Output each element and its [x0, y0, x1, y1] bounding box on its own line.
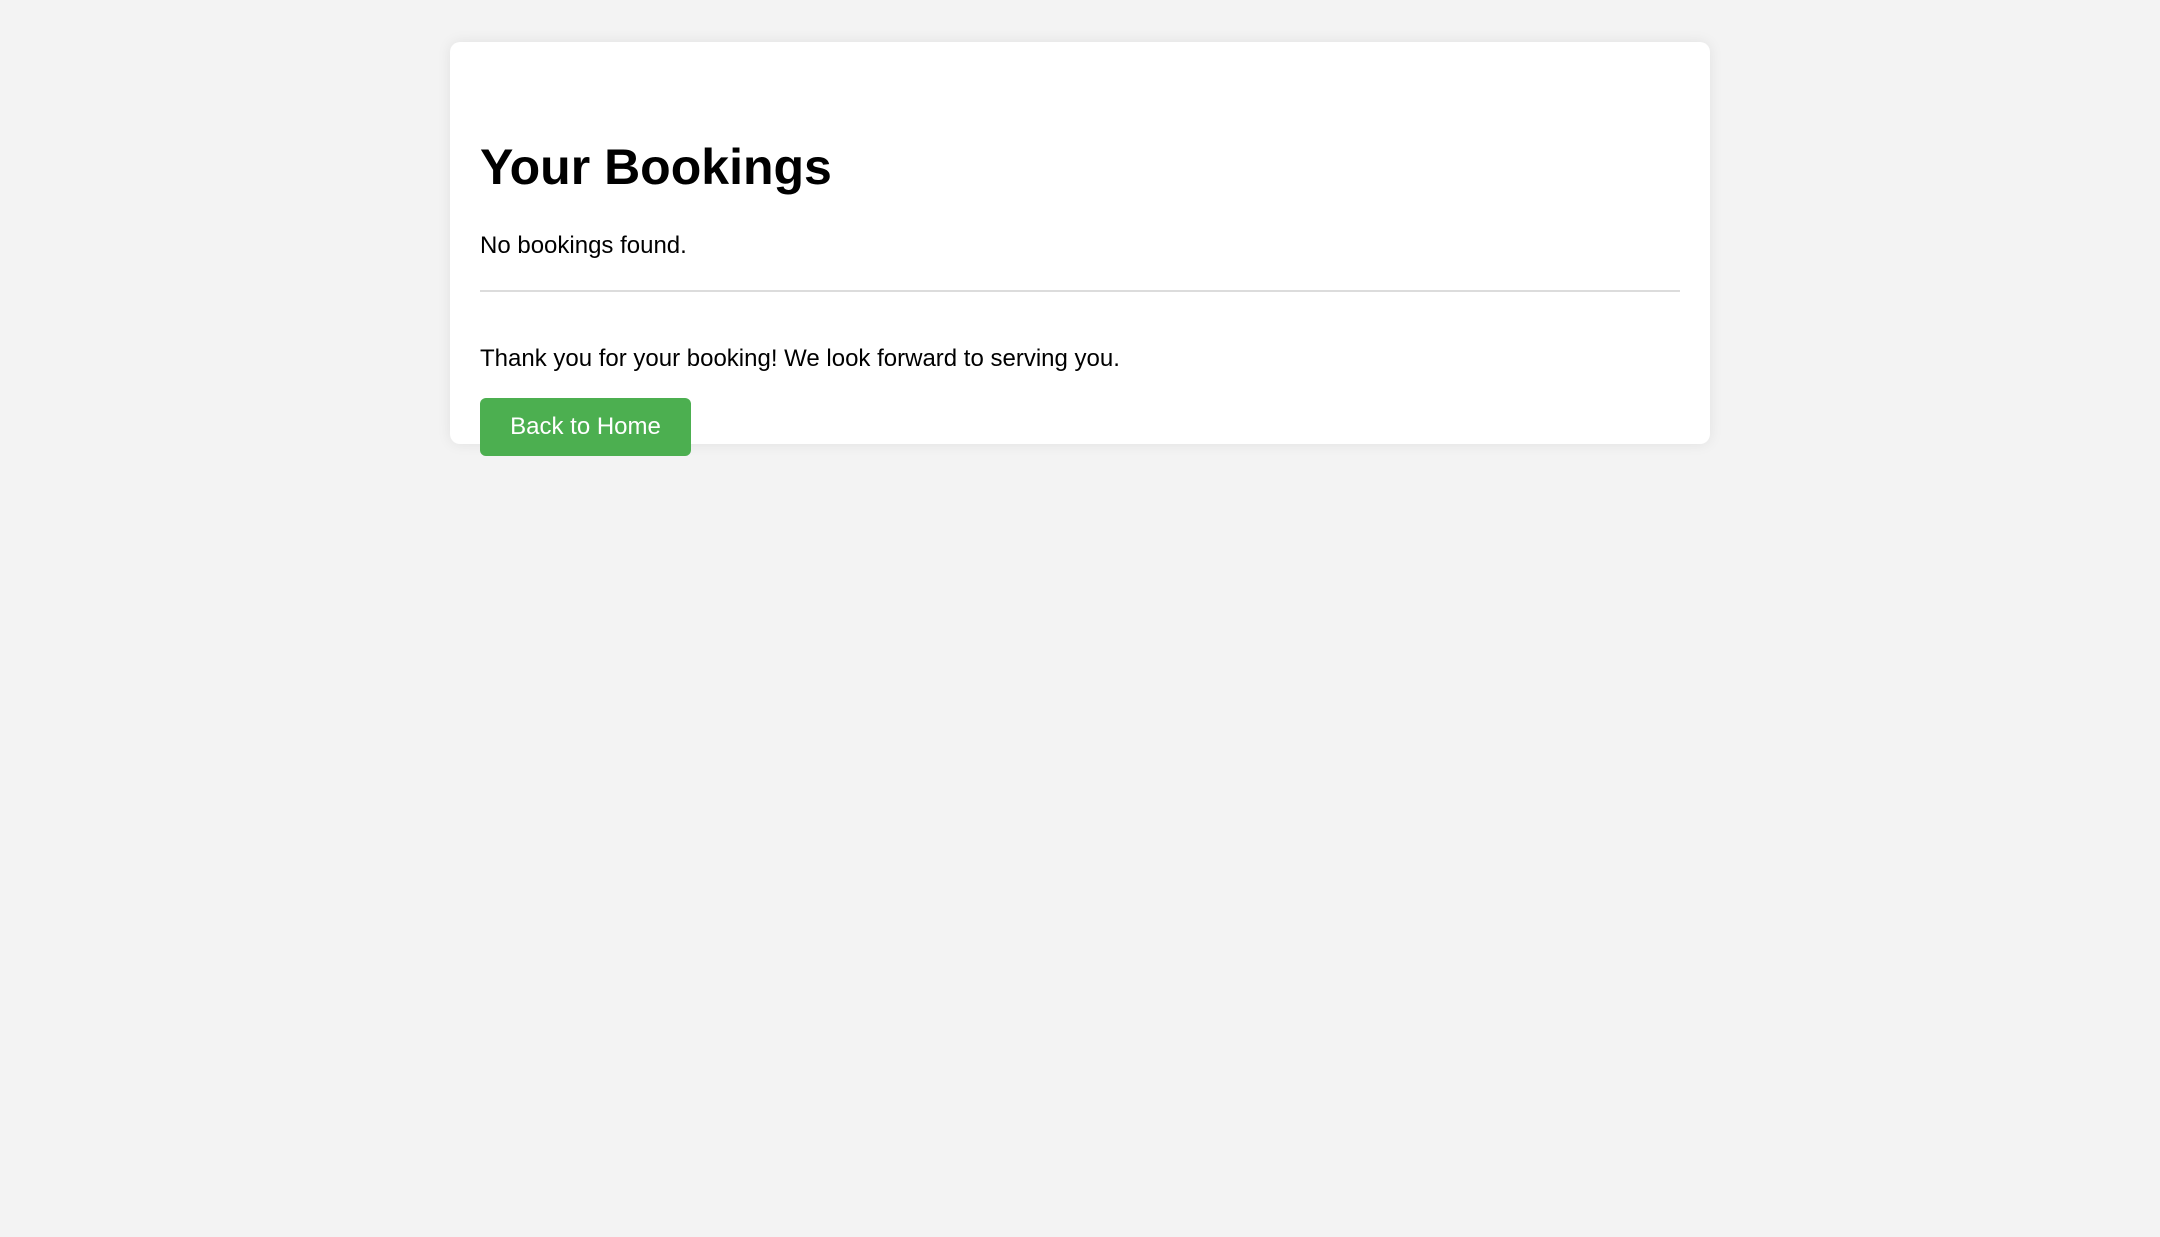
back-to-home-button[interactable]: Back to Home	[480, 398, 691, 456]
section-divider	[480, 290, 1680, 292]
bookings-card: Your Bookings No bookings found. Thank y…	[450, 42, 1710, 456]
page-title: Your Bookings	[480, 139, 832, 195]
thank-you-message: Thank you for your booking! We look forw…	[480, 345, 1120, 372]
no-bookings-message: No bookings found.	[480, 232, 687, 259]
